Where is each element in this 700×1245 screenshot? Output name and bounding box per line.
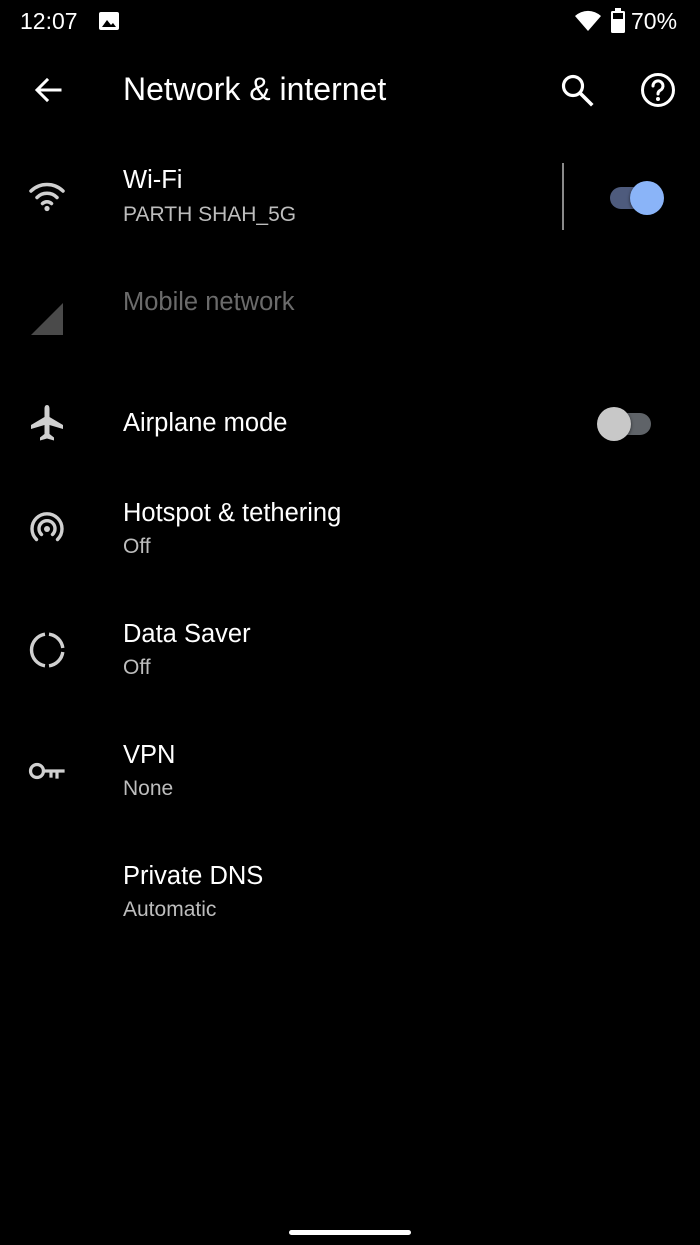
private-dns-summary: Automatic (123, 898, 217, 921)
key-icon (26, 750, 68, 792)
hotspot-tethering-title: Hotspot & tethering (123, 499, 342, 527)
back-arrow-icon (34, 77, 62, 103)
help-button[interactable] (634, 66, 682, 114)
gesture-navigation-bar[interactable] (289, 1230, 411, 1235)
wifi-icon (26, 175, 68, 217)
wifi-summary: PARTH SHAH_5G (123, 203, 297, 226)
signal-icon (26, 298, 68, 340)
help-icon (641, 73, 675, 107)
search-icon (561, 74, 594, 107)
search-button[interactable] (553, 66, 601, 114)
hotspot-tethering-row[interactable]: Hotspot & tethering Off (0, 484, 700, 604)
status-time: 12:07 (20, 8, 78, 34)
airplane-mode-toggle[interactable] (597, 403, 657, 443)
mobile-network-title: Mobile network (123, 288, 295, 316)
wifi-status-icon (574, 10, 602, 32)
private-dns-row[interactable]: Private DNS Automatic (0, 847, 700, 967)
image-notification-icon (98, 11, 120, 31)
wifi-row[interactable]: Wi-Fi PARTH SHAH_5G (0, 136, 700, 256)
battery-percentage: 70% (631, 8, 678, 34)
airplane-mode-toggle-thumb (597, 407, 631, 441)
hotspot-tethering-summary: Off (123, 535, 151, 558)
data-saver-title: Data Saver (123, 620, 251, 648)
airplane-icon (26, 402, 68, 444)
vpn-title: VPN (123, 741, 176, 769)
hotspot-icon (26, 508, 68, 550)
wifi-divider (562, 163, 564, 230)
vpn-summary: None (123, 777, 174, 800)
airplane-mode-title: Airplane mode (123, 409, 288, 437)
wifi-toggle-thumb (630, 181, 664, 215)
app-bar: Network & internet (0, 44, 700, 136)
data-saver-icon (26, 629, 68, 671)
vpn-row[interactable]: VPN None (0, 726, 700, 846)
mobile-network-row[interactable]: Mobile network (0, 258, 700, 378)
back-button[interactable] (24, 66, 72, 114)
wifi-toggle[interactable] (604, 177, 664, 217)
status-bar: 12:07 70% (0, 0, 700, 44)
data-saver-summary: Off (123, 656, 151, 679)
airplane-mode-row[interactable]: Airplane mode (0, 364, 700, 484)
data-saver-row[interactable]: Data Saver Off (0, 605, 700, 725)
private-dns-title: Private DNS (123, 862, 264, 890)
battery-icon (610, 8, 626, 34)
wifi-title: Wi-Fi (123, 166, 183, 194)
page-title: Network & internet (123, 71, 387, 107)
